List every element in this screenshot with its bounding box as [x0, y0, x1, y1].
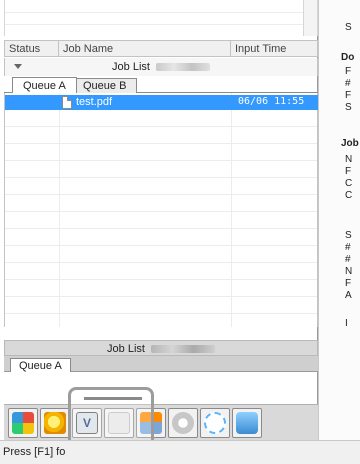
prop-line: F	[345, 90, 352, 101]
prop-line: #	[345, 78, 351, 89]
disc-icon	[172, 412, 194, 434]
trash-button[interactable]	[232, 408, 262, 438]
color-grid-button[interactable]	[8, 408, 38, 438]
column-status[interactable]: Status	[5, 41, 59, 56]
spinner-button[interactable]	[200, 408, 230, 438]
job-input-time: 06/06 11:55	[238, 96, 305, 107]
tab-queue-a-2[interactable]: Queue A	[10, 358, 71, 372]
job-properties-panel: S Do F # F S Job N F C C S # # N F A I	[318, 0, 360, 440]
prop-line: C	[345, 178, 353, 189]
job-list: test.pdf 06/06 11:55	[4, 93, 318, 327]
job-list-group-header-2[interactable]: Job List	[4, 340, 318, 356]
job-name: test.pdf	[76, 96, 113, 108]
prop-line: #	[345, 254, 351, 265]
status-text: Press [F1] fo	[3, 446, 66, 458]
job-section-title: Job	[341, 138, 359, 149]
disc-button[interactable]	[168, 408, 198, 438]
prop-line: N	[345, 266, 353, 277]
blurred-label-2	[150, 345, 215, 354]
tab-queue-a[interactable]: Queue A	[12, 77, 77, 93]
prop-line: S	[345, 102, 352, 113]
prop-line: N	[345, 154, 353, 165]
prop-line: #	[345, 242, 351, 253]
highlight-bar	[84, 397, 142, 400]
prop-line: C	[345, 190, 353, 201]
column-input-time[interactable]: Input Time	[231, 41, 317, 56]
prop-line: S	[345, 230, 352, 241]
vertical-scrollbar[interactable]	[303, 0, 317, 36]
doc-section-title: Do	[341, 52, 355, 63]
spinner-icon	[204, 412, 226, 434]
status-bar: Press [F1] fo	[0, 440, 360, 464]
trash-icon	[236, 412, 258, 434]
pdf-file-icon	[62, 96, 72, 109]
toolbar	[4, 404, 318, 440]
sun-button[interactable]	[40, 408, 70, 438]
job-list-group-header[interactable]: Job List	[4, 58, 318, 76]
job-list-title-2: Job List	[107, 343, 145, 355]
prop-line: F	[345, 166, 352, 177]
prop-line: S	[345, 22, 352, 33]
blurred-label	[155, 63, 210, 72]
prop-line: F	[345, 278, 352, 289]
prop-line: F	[345, 66, 352, 77]
job-list-title: Job List	[112, 61, 150, 73]
sun-icon	[44, 412, 66, 434]
tab-queue-b[interactable]: Queue B	[72, 78, 138, 93]
queue-tabs: Queue A Queue B	[4, 76, 318, 93]
prop-line: I	[345, 318, 348, 329]
column-header: Status Job Name Input Time	[4, 40, 318, 57]
color-grid-icon	[12, 412, 34, 434]
job-queue-panel: Status Job Name Input Time Job List Queu…	[0, 0, 318, 440]
queue-tabs-2: Queue A	[4, 356, 318, 372]
column-job-name[interactable]: Job Name	[59, 41, 231, 56]
job-row-selected[interactable]: test.pdf 06/06 11:55	[5, 95, 318, 110]
prop-line: A	[345, 290, 352, 301]
top-list-area	[4, 0, 318, 36]
